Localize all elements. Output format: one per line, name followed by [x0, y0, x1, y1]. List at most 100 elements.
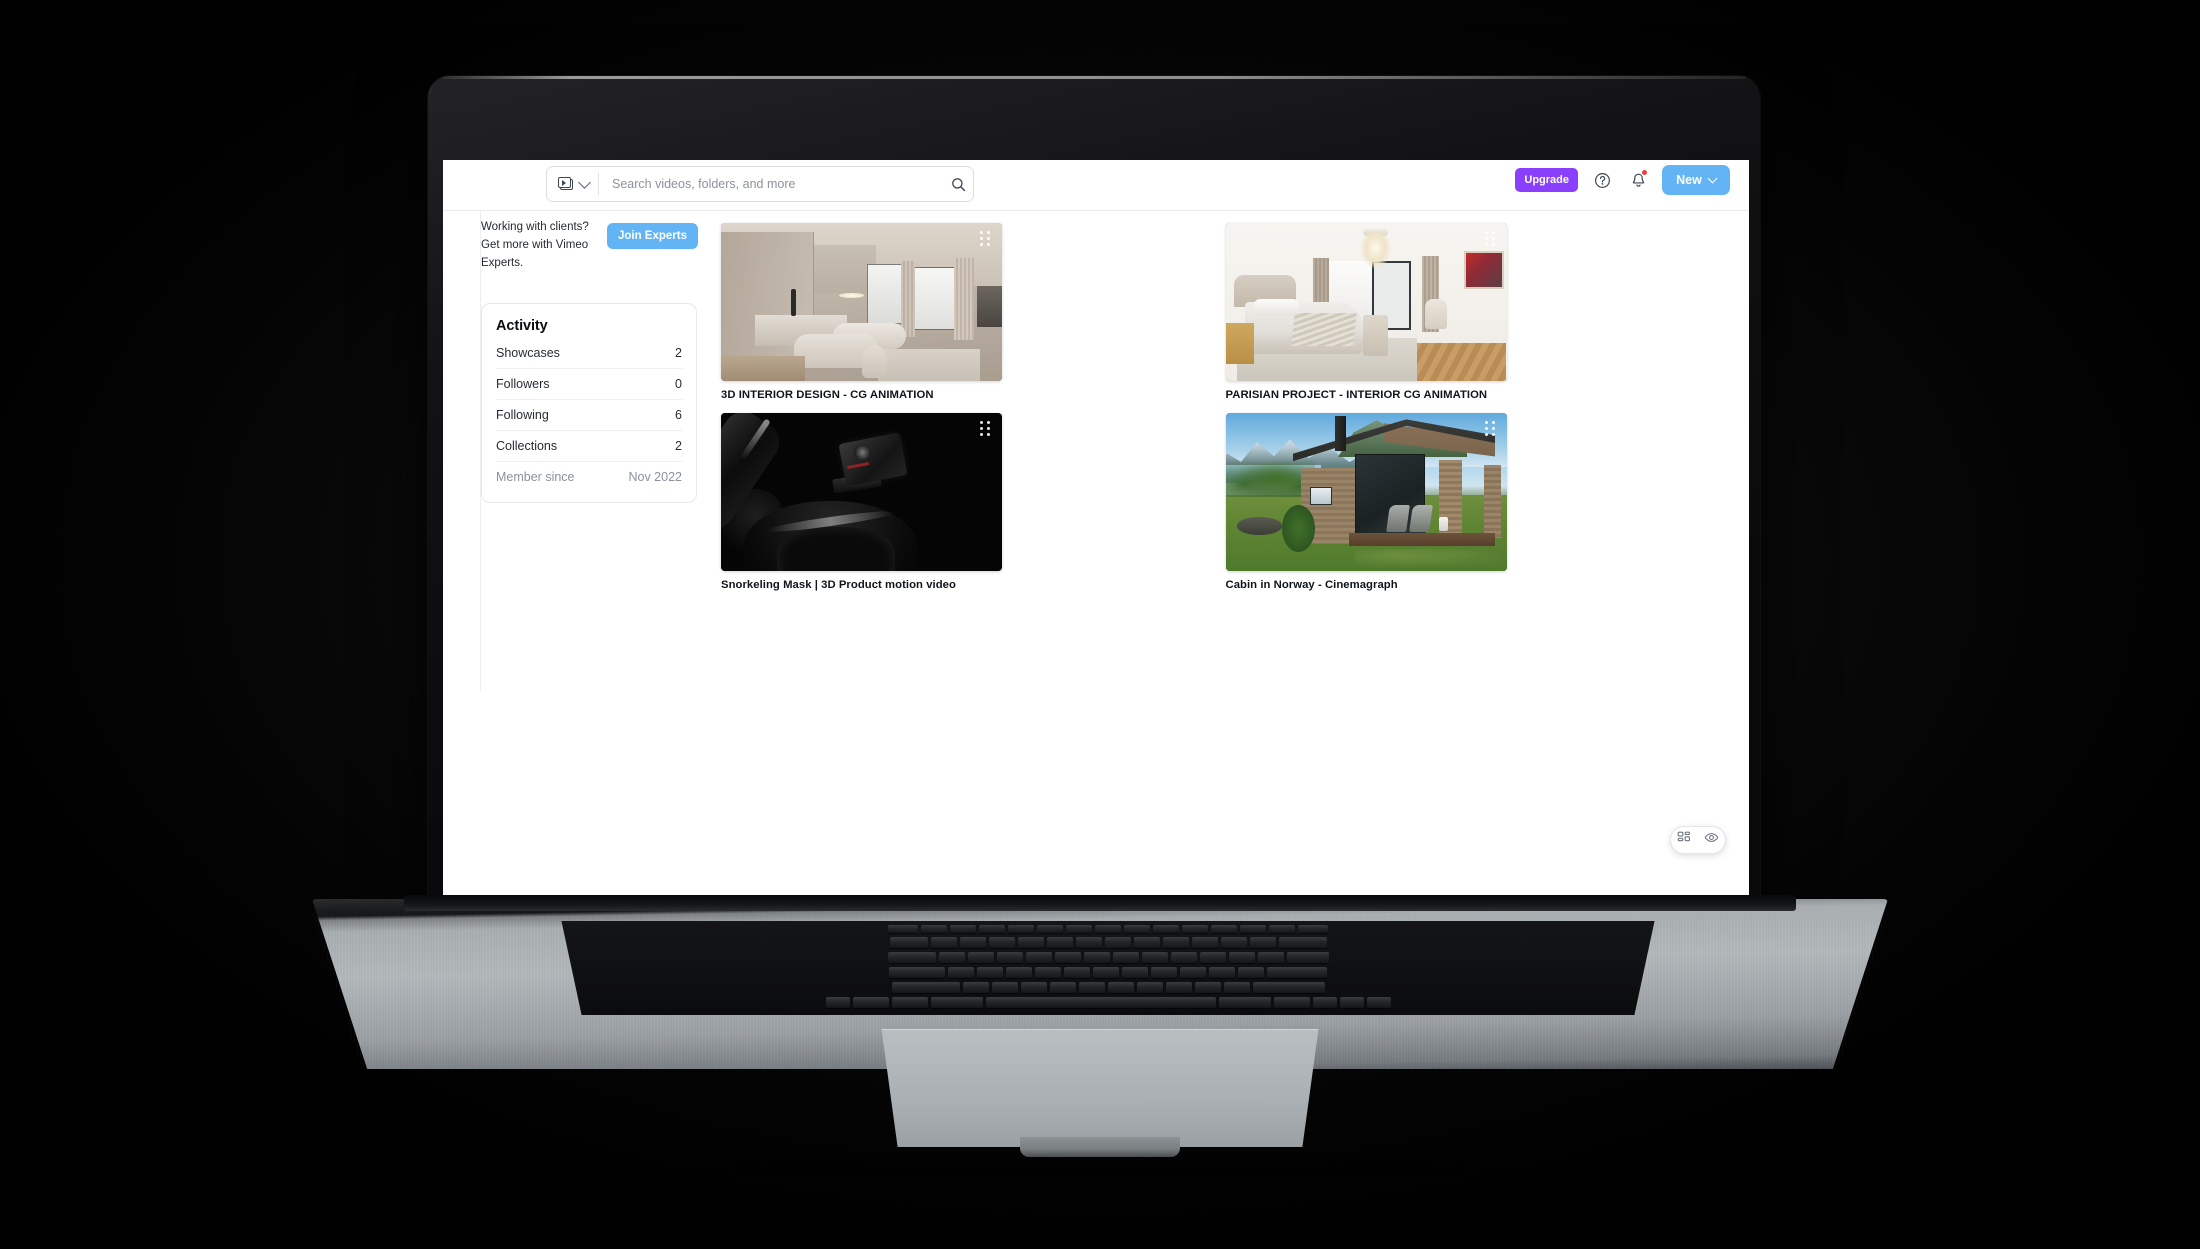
- keyboard-key[interactable]: [1182, 925, 1208, 933]
- keyboard-key[interactable]: [1141, 952, 1168, 963]
- keyboard-key[interactable]: [1124, 925, 1150, 933]
- activity-row-following[interactable]: Following 6: [496, 400, 682, 432]
- keyboard-key[interactable]: [891, 997, 928, 1008]
- keyboard-key[interactable]: [1228, 952, 1255, 963]
- keyboard-key[interactable]: [1035, 967, 1061, 978]
- activity-row-showcases[interactable]: Showcases 2: [496, 338, 682, 370]
- new-button[interactable]: New: [1662, 165, 1730, 195]
- keyboard-key[interactable]: [948, 967, 974, 978]
- search-input[interactable]: [599, 177, 943, 191]
- trackpad[interactable]: [881, 1029, 1319, 1147]
- notifications-button[interactable]: [1626, 168, 1650, 192]
- keyboard-key[interactable]: [985, 997, 1216, 1008]
- eye-icon[interactable]: [1704, 830, 1719, 850]
- keyboard-key[interactable]: [1267, 967, 1327, 978]
- keyboard-key[interactable]: [1064, 967, 1090, 978]
- keyboard-key[interactable]: [1037, 925, 1063, 933]
- keyboard-key[interactable]: [1199, 952, 1226, 963]
- video-card[interactable]: 3D INTERIOR DESIGN - CG ANIMATION: [721, 223, 1002, 401]
- keyboard-key[interactable]: [1269, 925, 1295, 933]
- keyboard-key[interactable]: [1075, 937, 1102, 948]
- keyboard-key[interactable]: [1298, 925, 1328, 933]
- keyboard-key[interactable]: [1049, 982, 1076, 993]
- keyboard-key[interactable]: [1257, 952, 1284, 963]
- video-card[interactable]: Snorkeling Mask | 3D Product motion vide…: [721, 413, 1002, 591]
- keyboard-key[interactable]: [979, 925, 1005, 933]
- keyboard-key[interactable]: [1054, 952, 1081, 963]
- keyboard-key[interactable]: [1240, 925, 1266, 933]
- keyboard-key[interactable]: [962, 982, 989, 993]
- keyboard-key[interactable]: [1220, 937, 1247, 948]
- drag-handle-icon[interactable]: [980, 231, 993, 247]
- keyboard-key[interactable]: [1153, 925, 1179, 933]
- keyboard-key[interactable]: [1194, 982, 1221, 993]
- keyboard-key[interactable]: [996, 952, 1023, 963]
- keyboard-key[interactable]: [1006, 967, 1032, 978]
- drag-handle-icon[interactable]: [1484, 231, 1498, 247]
- keyboard-key[interactable]: [1083, 952, 1110, 963]
- keyboard-key[interactable]: [988, 937, 1015, 948]
- keyboard-key[interactable]: [1211, 925, 1237, 933]
- keyboard-key[interactable]: [950, 925, 976, 933]
- keyboard-key[interactable]: [959, 937, 986, 948]
- keyboard-key[interactable]: [1093, 967, 1119, 978]
- video-thumbnail[interactable]: [1225, 413, 1507, 571]
- keyboard-key[interactable]: [930, 997, 983, 1008]
- keyboard-key[interactable]: [1249, 937, 1276, 948]
- keyboard-key[interactable]: [1107, 982, 1134, 993]
- keyboard-key[interactable]: [991, 982, 1018, 993]
- keyboard-key[interactable]: [1252, 982, 1325, 993]
- keyboard[interactable]: [561, 921, 1655, 1015]
- keyboard-key[interactable]: [1095, 925, 1121, 933]
- keyboard-key[interactable]: [1339, 997, 1364, 1008]
- upgrade-button[interactable]: Upgrade: [1515, 168, 1578, 192]
- keyboard-key[interactable]: [1278, 937, 1327, 948]
- keyboard-key[interactable]: [852, 997, 889, 1008]
- keyboard-key[interactable]: [1165, 982, 1192, 993]
- keyboard-key[interactable]: [1133, 937, 1160, 948]
- keyboard-key[interactable]: [1191, 937, 1218, 948]
- keyboard-key[interactable]: [1008, 925, 1034, 933]
- help-button[interactable]: [1590, 168, 1614, 192]
- video-card[interactable]: PARISIAN PROJECT - INTERIOR CG ANIMATION: [1225, 223, 1507, 401]
- keyboard-key[interactable]: [1025, 952, 1052, 963]
- keyboard-key[interactable]: [891, 982, 960, 993]
- keyboard-key[interactable]: [1218, 997, 1271, 1008]
- keyboard-key[interactable]: [1162, 937, 1189, 948]
- keyboard-key[interactable]: [1046, 937, 1073, 948]
- keyboard-key[interactable]: [930, 937, 957, 948]
- grid-layout-icon[interactable]: [1677, 831, 1691, 850]
- search-filter-button[interactable]: [547, 167, 598, 201]
- keyboard-key[interactable]: [1273, 997, 1310, 1008]
- keyboard-key[interactable]: [1151, 967, 1177, 978]
- keyboard-key[interactable]: [887, 952, 936, 963]
- keyboard-key[interactable]: [1104, 937, 1131, 948]
- keyboard-key[interactable]: [1017, 937, 1044, 948]
- keyboard-key[interactable]: [825, 997, 850, 1008]
- keyboard-key[interactable]: [889, 967, 945, 978]
- video-thumbnail[interactable]: [721, 413, 1002, 571]
- keyboard-key[interactable]: [967, 952, 994, 963]
- join-experts-button[interactable]: Join Experts: [606, 223, 698, 249]
- keyboard-key[interactable]: [1020, 982, 1047, 993]
- video-thumbnail[interactable]: [721, 223, 1002, 381]
- keyboard-key[interactable]: [1122, 967, 1148, 978]
- keyboard-key[interactable]: [1066, 925, 1092, 933]
- keyboard-key[interactable]: [1312, 997, 1337, 1008]
- drag-handle-icon[interactable]: [980, 421, 993, 437]
- keyboard-key[interactable]: [888, 925, 918, 933]
- activity-row-followers[interactable]: Followers 0: [496, 369, 682, 401]
- search-bar[interactable]: [546, 166, 974, 202]
- video-card[interactable]: Cabin in Norway - Cinemagraph: [1225, 413, 1507, 591]
- keyboard-key[interactable]: [889, 937, 928, 948]
- keyboard-key[interactable]: [1180, 967, 1206, 978]
- search-icon[interactable]: [943, 177, 973, 192]
- keyboard-key[interactable]: [1366, 997, 1391, 1008]
- keyboard-key[interactable]: [938, 952, 965, 963]
- video-thumbnail[interactable]: [1225, 223, 1507, 381]
- keyboard-key[interactable]: [1170, 952, 1197, 963]
- keyboard-key[interactable]: [921, 925, 947, 933]
- keyboard-key[interactable]: [977, 967, 1003, 978]
- keyboard-key[interactable]: [1078, 982, 1105, 993]
- keyboard-key[interactable]: [1238, 967, 1264, 978]
